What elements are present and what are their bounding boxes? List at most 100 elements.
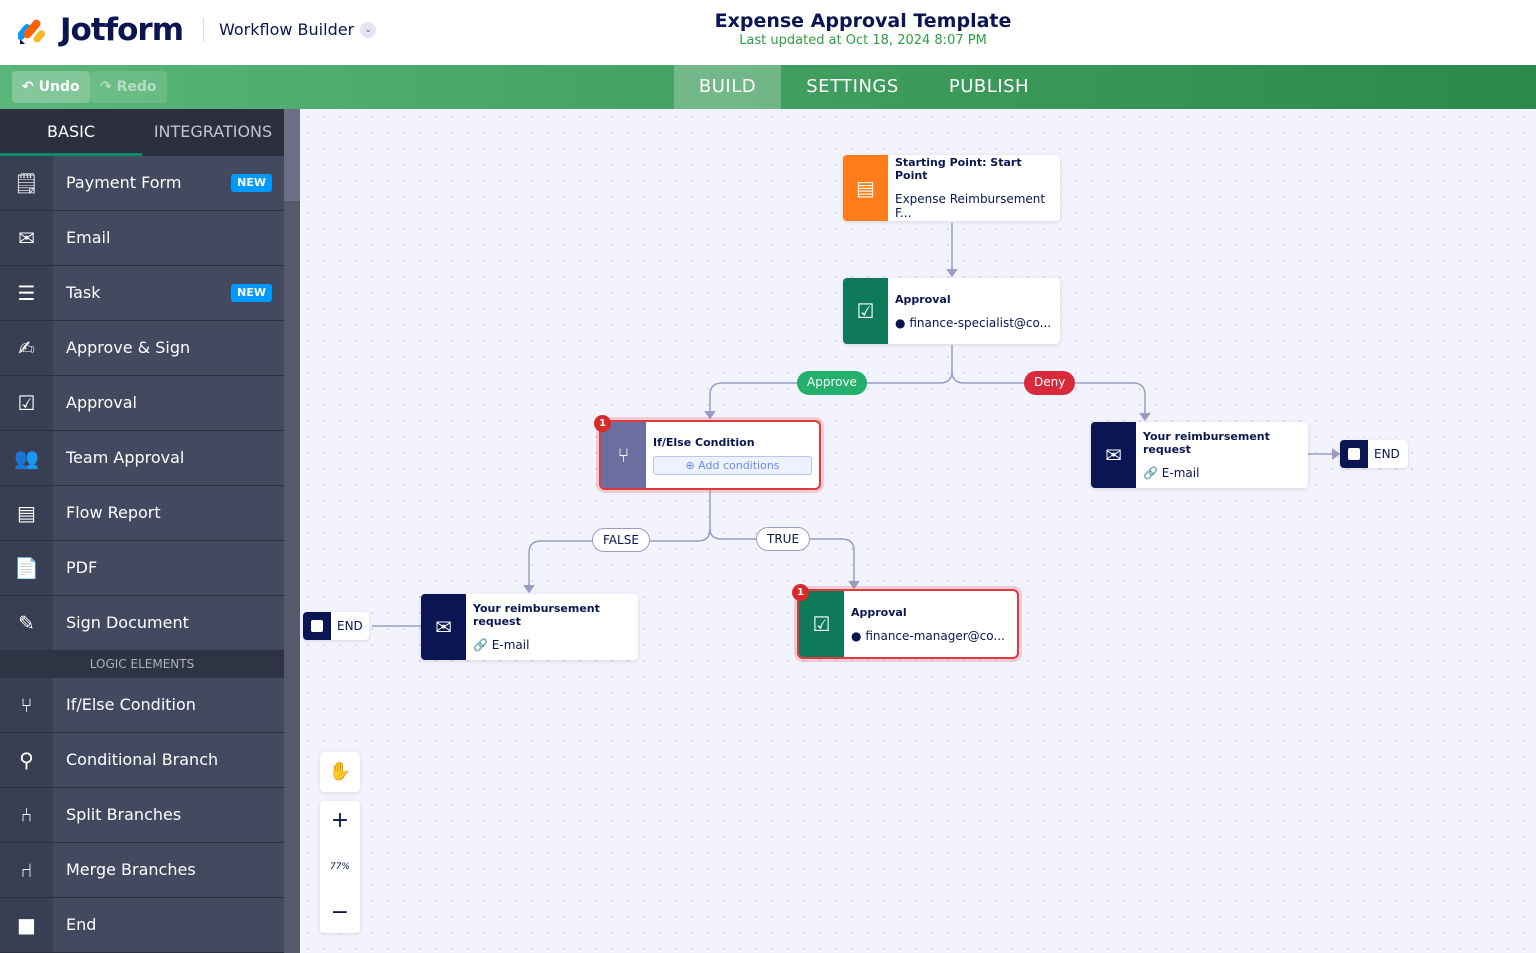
node-title: Approval	[895, 292, 951, 306]
item-label: PDF	[66, 558, 98, 577]
approve-label[interactable]: Approve	[797, 371, 867, 395]
item-label: Sign Document	[66, 613, 189, 632]
end-label: END	[337, 619, 363, 633]
node-subtitle: E-mail	[1161, 466, 1200, 480]
sidebar-item-flow-report[interactable]: ▤ Flow Report	[0, 486, 284, 541]
pdf-icon: 📄	[0, 541, 53, 595]
node-title: If/Else Condition	[653, 435, 755, 449]
tab-settings[interactable]: SETTINGS	[795, 65, 910, 109]
workflow-canvas[interactable]: ▤ Starting Point: Start Point Expense Rei…	[300, 109, 1536, 953]
node-title: Starting Point: Start Point	[895, 156, 1022, 182]
redo-label: Redo	[116, 79, 157, 95]
sidebar-item-team-approval[interactable]: 👥 Team Approval	[0, 431, 284, 486]
redo-button[interactable]: ↷ Redo	[90, 71, 167, 103]
node-subtitle: Expense Reimbursement F...	[895, 192, 1046, 220]
item-label: Approve & Sign	[66, 338, 191, 357]
sidebar: BASIC INTEGRATIONS 🗒 Payment Form NEW ✉ Emai…	[0, 109, 284, 953]
if-else-icon: ⑂	[0, 678, 53, 732]
sidebar-item-if-else[interactable]: ⑂ If/Else Condition	[0, 678, 284, 733]
tab-publish[interactable]: PUBLISH	[940, 65, 1038, 109]
item-label: End	[66, 915, 97, 934]
deny-label[interactable]: Deny	[1024, 371, 1076, 395]
sign-document-icon: ✎	[0, 596, 53, 650]
approval-node-specialist[interactable]: ☑ Approval ● finance-specialist@co...	[843, 278, 1060, 344]
approval-icon: ☑	[0, 376, 53, 430]
flow-report-icon: ▤	[0, 486, 53, 540]
email-node-deny[interactable]: ✉ Your reimbursement request 🔗 E-mail	[1091, 422, 1308, 488]
email-node-false[interactable]: ✉ Your reimbursement request 🔗 E-mail	[421, 594, 638, 660]
node-title: Your reimbursement request	[1143, 430, 1270, 456]
new-badge: NEW	[231, 174, 272, 192]
approval-node-manager[interactable]: ☑ Approval ● finance-manager@co...	[797, 589, 1019, 659]
item-label: Team Approval	[66, 448, 185, 467]
task-icon: ☰	[0, 266, 53, 320]
false-label[interactable]: FALSE	[592, 528, 650, 552]
new-badge: NEW	[231, 284, 272, 302]
scroll-thumb[interactable]	[284, 109, 300, 201]
start-node[interactable]: ▤ Starting Point: Start Point Expense Rei…	[843, 155, 1060, 221]
end-icon: ■	[0, 898, 53, 952]
item-label: Flow Report	[66, 503, 161, 522]
payment-form-icon: 🗒	[0, 156, 53, 210]
error-badge: 1	[594, 415, 611, 432]
sidebar-item-email[interactable]: ✉ Email	[0, 211, 284, 266]
item-label: Task	[66, 283, 101, 302]
assignee: finance-specialist@co...	[909, 315, 1052, 330]
zoom-in-button[interactable]: +	[320, 801, 360, 841]
true-label[interactable]: TRUE	[756, 527, 811, 551]
link-icon: 🔗	[473, 638, 488, 652]
conditional-branch-icon: ⚲	[0, 733, 53, 787]
end-node-deny[interactable]: END	[1340, 440, 1408, 468]
sidebar-item-end[interactable]: ■ End	[0, 898, 284, 953]
add-conditions-label: Add conditions	[698, 458, 780, 472]
sidebar-scrollbar[interactable]	[284, 109, 300, 953]
email-icon: ✉	[421, 594, 466, 660]
item-label: Split Branches	[66, 805, 182, 824]
end-node-false[interactable]: END	[303, 612, 369, 640]
if-else-node[interactable]: ⑂ If/Else Condition ⊕ Add conditions	[599, 420, 821, 490]
item-label: If/Else Condition	[66, 695, 196, 714]
assignee: finance-manager@co...	[865, 628, 1005, 643]
sidebar-item-task[interactable]: ☰ Task NEW	[0, 266, 284, 321]
undo-button[interactable]: ↶ Undo	[12, 71, 90, 103]
sidebar-item-merge-branches[interactable]: ⑁ Merge Branches	[0, 843, 284, 898]
sidebar-item-approve-sign[interactable]: ✍ Approve & Sign	[0, 321, 284, 376]
toolbar: ↶ Undo ↷ Redo BUILD SETTINGS PUBLISH	[0, 65, 1536, 109]
item-label: Merge Branches	[66, 860, 196, 879]
sidebar-item-payment-form[interactable]: 🗒 Payment Form NEW	[0, 156, 284, 211]
email-icon: ✉	[1091, 422, 1136, 488]
zoom-out-button[interactable]: −	[320, 893, 360, 933]
page-title: Expense Approval Template	[714, 10, 1012, 32]
error-badge: 1	[792, 584, 809, 601]
sidebar-item-pdf[interactable]: 📄 PDF	[0, 541, 284, 596]
user-icon: ●	[895, 315, 906, 330]
add-conditions-button[interactable]: ⊕ Add conditions	[653, 455, 812, 475]
undo-icon: ↶	[22, 79, 34, 95]
sidebar-item-split-branches[interactable]: ⑃ Split Branches	[0, 788, 284, 843]
plus-circle-icon: ⊕	[685, 458, 695, 472]
approve-sign-icon: ✍	[0, 321, 53, 375]
zoom-level: 77%	[329, 862, 350, 872]
last-updated: Last updated at Oct 18, 2024 8:07 PM	[739, 33, 987, 48]
undo-label: Undo	[38, 79, 80, 95]
tab-build[interactable]: BUILD	[674, 65, 781, 109]
end-icon	[1340, 440, 1368, 468]
item-label: Email	[66, 228, 111, 247]
pan-tool-button[interactable]: ✋	[320, 752, 360, 792]
connectors	[372, 223, 1341, 627]
zoom-controls: + 77% −	[320, 801, 360, 933]
sidebar-item-conditional-branch[interactable]: ⚲ Conditional Branch	[0, 733, 284, 788]
tab-integrations[interactable]: INTEGRATIONS	[142, 109, 284, 156]
merge-branches-icon: ⑁	[0, 843, 53, 897]
hand-icon: ✋	[328, 761, 352, 782]
logic-elements-header: LOGIC ELEMENTS	[0, 651, 284, 678]
header: Jotform Workflow Builder ⌄ Expense Approv…	[0, 0, 1536, 65]
form-title: Expense Approval Template Last updated at…	[0, 10, 1536, 48]
team-approval-icon: 👥	[0, 431, 53, 485]
sidebar-item-sign-document[interactable]: ✎ Sign Document	[0, 596, 284, 651]
redo-icon: ↷	[100, 79, 112, 95]
sidebar-item-approval[interactable]: ☑ Approval	[0, 376, 284, 431]
node-title: Your reimbursement request	[473, 602, 600, 628]
tab-basic[interactable]: BASIC	[0, 109, 142, 156]
approval-icon: ☑	[843, 278, 888, 344]
